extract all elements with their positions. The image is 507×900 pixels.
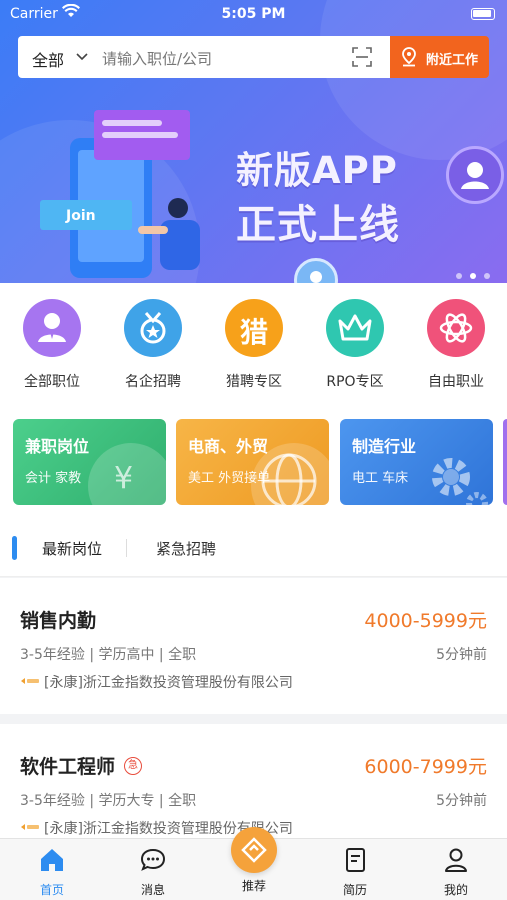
crown-icon: [326, 299, 384, 357]
tab-latest-jobs[interactable]: 最新岗位: [42, 538, 102, 559]
nearby-jobs-button[interactable]: 附近工作: [390, 36, 489, 78]
banner-avatar: [446, 146, 504, 204]
hunt-glyph: 猎: [239, 316, 268, 349]
recommend-icon: [241, 837, 267, 863]
home-icon: [41, 849, 63, 871]
category-card-title: 兼职岗位: [25, 437, 90, 456]
job-title: 软件工程师: [20, 756, 116, 778]
job-salary: 4000-5999元: [364, 610, 487, 632]
job-posted-time: 5分钟前: [436, 793, 487, 809]
nav-item-resume[interactable]: 简历: [315, 847, 395, 898]
job-list-item[interactable]: 软件工程师 急 6000-7999元 3-5年经验 | 学历大专 | 全职 5分…: [0, 724, 507, 838]
quick-link-label: 猎聘专区: [226, 374, 282, 390]
user-icon: [310, 271, 322, 283]
tab-divider: [126, 539, 127, 557]
urgent-badge: 急: [124, 757, 142, 775]
gear-icon: [415, 443, 493, 505]
quick-link-label: RPO专区: [326, 374, 384, 390]
job-salary: 6000-7999元: [364, 756, 487, 778]
search-bar[interactable]: 全部 请输入职位/公司: [18, 36, 390, 78]
chat-icon: [140, 848, 166, 871]
job-list-item[interactable]: 销售内勤 4000-5999元 3-5年经验 | 学历高中 | 全职 5分钟前 …: [0, 578, 507, 714]
resume-icon: [346, 848, 365, 872]
quick-link-label: 名企招聘: [125, 374, 181, 390]
nav-label: 我的: [443, 883, 468, 897]
recommend-button[interactable]: [231, 827, 277, 873]
quick-link-label: 自由职业: [428, 374, 484, 390]
category-card-tags: 会计 家教: [25, 471, 82, 486]
location-pin-icon: [402, 47, 416, 67]
hunt-icon: 猎: [225, 299, 283, 357]
globe-icon: [251, 443, 329, 505]
promo-banner[interactable]: Join Carrier 5:05 PM 全部 请输入职位/公司 附近工作 新版…: [0, 0, 507, 283]
quick-link-headhunting[interactable]: 猎 猎聘专区: [204, 299, 304, 391]
banner-subheadline: 正式上线: [236, 202, 400, 248]
yen-glyph: ¥: [114, 461, 134, 496]
category-card-title: 制造行业: [352, 437, 417, 456]
banner-illustration: Join: [40, 110, 200, 278]
status-time: 5:05 PM: [221, 6, 286, 22]
job-posted-time: 5分钟前: [436, 647, 487, 663]
banner-pagination[interactable]: [456, 264, 498, 283]
pagination-dot[interactable]: [456, 273, 462, 279]
money-bag-icon: ¥: [88, 443, 166, 505]
nav-label: 推荐: [241, 879, 266, 893]
user-tie-icon: [23, 299, 81, 357]
profile-icon: [445, 848, 467, 872]
nav-item-home[interactable]: 首页: [12, 847, 92, 898]
quick-link-freelance[interactable]: 自由职业: [406, 299, 506, 391]
category-card-part-time[interactable]: 兼职岗位 会计 家教 ¥: [13, 419, 166, 505]
category-selector[interactable]: 全部: [32, 47, 64, 71]
nav-item-profile[interactable]: 我的: [416, 847, 496, 898]
company-name: [永康]浙江金指数投资管理股份有限公司: [44, 675, 293, 691]
category-card-ecommerce[interactable]: 电商、外贸 美工 外贸接单: [176, 419, 329, 505]
medal-icon: [124, 299, 182, 357]
search-input[interactable]: 请输入职位/公司: [102, 48, 212, 69]
nearby-jobs-label: 附近工作: [426, 53, 479, 68]
battery-icon: [471, 8, 495, 20]
nav-label: 简历: [342, 883, 367, 897]
job-title: 销售内勤: [20, 610, 97, 632]
user-icon: [461, 162, 489, 189]
job-requirements: 3-5年经验 | 学历大专 | 全职: [20, 793, 197, 809]
company-logo-icon: [20, 676, 40, 686]
job-tabs: 最新岗位 紧急招聘: [0, 513, 507, 577]
scan-icon[interactable]: [352, 47, 372, 67]
category-card-peek[interactable]: [503, 419, 507, 505]
job-requirements: 3-5年经验 | 学历高中 | 全职: [20, 647, 197, 663]
chevron-down-icon[interactable]: [74, 49, 90, 65]
pagination-dot[interactable]: [484, 273, 490, 279]
nav-item-messages[interactable]: 消息: [113, 847, 193, 898]
bottom-navigation: 首页 消息 推荐 简历 我的: [0, 827, 507, 900]
nav-label: 消息: [140, 883, 165, 897]
company-logo-icon: [20, 822, 40, 832]
join-label: Join: [65, 208, 96, 224]
banner-avatar: [294, 258, 338, 283]
quick-link-rpo[interactable]: RPO专区: [305, 299, 405, 391]
atom-icon: [427, 299, 485, 357]
banner-headline: 新版APP: [236, 149, 398, 192]
quick-link-all-jobs[interactable]: 全部职位: [2, 299, 102, 391]
active-tab-indicator: [12, 536, 17, 560]
quick-links: 全部职位 名企招聘 猎 猎聘专区 RPO专区 自由职业: [0, 283, 507, 401]
status-bar: Carrier 5:05 PM: [0, 0, 507, 30]
category-card-manufacturing[interactable]: 制造行业 电工 车床: [340, 419, 493, 505]
quick-link-famous-companies[interactable]: 名企招聘: [103, 299, 203, 391]
tab-urgent-jobs[interactable]: 紧急招聘: [156, 538, 216, 559]
nav-label: 首页: [39, 883, 64, 897]
category-card-tags: 电工 车床: [352, 471, 409, 486]
nav-item-recommend[interactable]: 推荐: [214, 877, 294, 894]
category-cards: 兼职岗位 会计 家教 ¥ 电商、外贸 美工 外贸接单 制造行业 电工 车床: [0, 401, 507, 513]
pagination-dot[interactable]: [470, 273, 476, 279]
quick-link-label: 全部职位: [24, 374, 80, 390]
